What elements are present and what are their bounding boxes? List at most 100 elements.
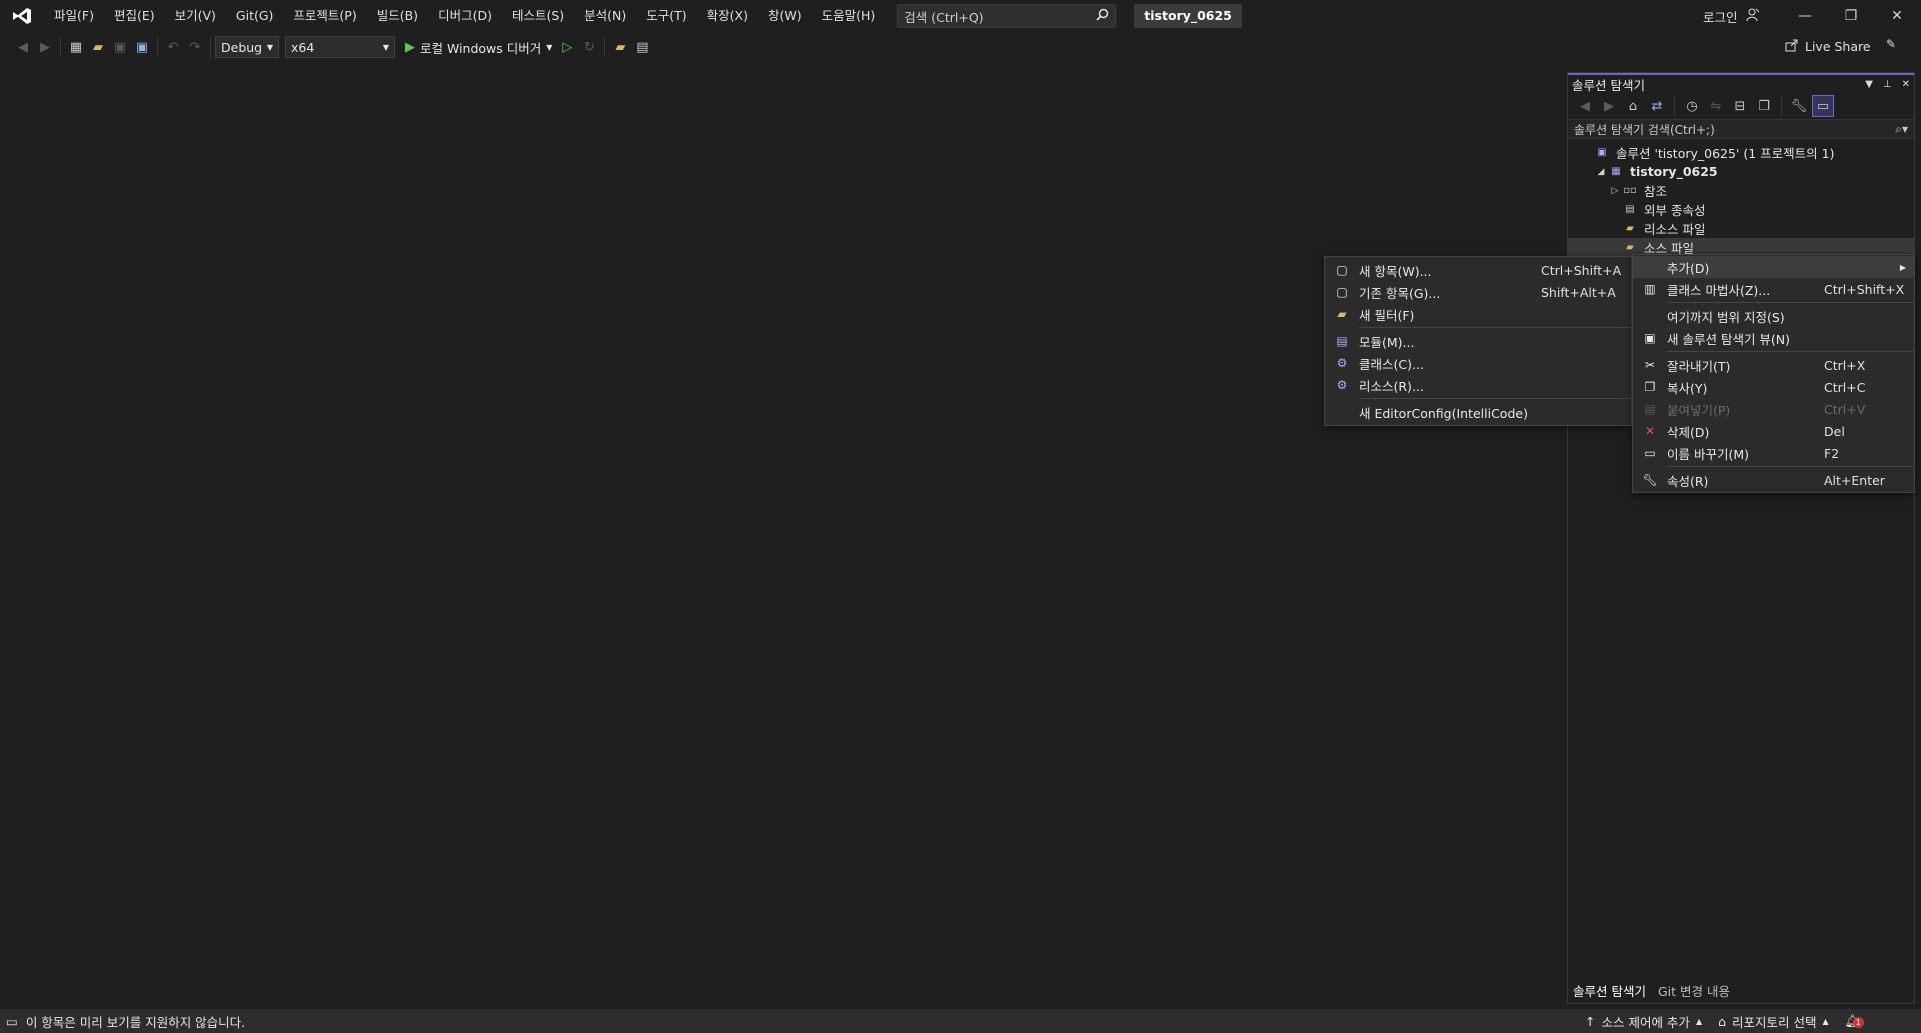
home-icon[interactable]: ⌂ — [1622, 95, 1644, 117]
menu-item[interactable]: 창(W) — [758, 4, 812, 28]
menu-item[interactable]: 분석(N) — [574, 4, 636, 28]
menu-item-label: 삭제(D) — [1667, 424, 1710, 440]
menu-item[interactable]: 여기까지 범위 지정(S) — [1633, 305, 1914, 327]
solution-explorer-panel: 솔루션 탐색기 ▼ ⊥ ✕ ◀ ▶ ⌂ ⇄ ◷ ⇋ ⊟ ❐ 🔧︎ ▭ 솔루션 탐… — [1567, 72, 1915, 1004]
tab-git-changes[interactable]: Git 변경 내용 — [1652, 980, 1736, 1004]
tree-item[interactable]: ▰ 리소스 파일 — [1568, 219, 1914, 238]
expanded-arrow-icon[interactable]: ◢ — [1594, 167, 1608, 177]
menu-item[interactable]: 보기(V) — [165, 4, 226, 28]
class-wizard-icon: ▥ — [1644, 282, 1656, 296]
menu-item[interactable]: ▥ 클래스 마법사(Z)... Ctrl+Shift+X — [1633, 278, 1914, 300]
search-box[interactable]: 검색 (Ctrl+Q) — [897, 4, 1117, 28]
tree-item[interactable]: ▣ 솔루션 'tistory_0625' (1 프로젝트의 1) — [1568, 143, 1914, 162]
collapsed-arrow-icon[interactable]: ▷ — [1608, 186, 1622, 196]
menu-item[interactable]: 편집(E) — [104, 4, 165, 28]
dropdown-icon[interactable]: ▼ — [1865, 79, 1873, 90]
close-icon[interactable]: ✕ — [1874, 0, 1920, 32]
feedback-icon[interactable]: ✎ — [1886, 37, 1896, 51]
menu-item[interactable]: ⚙ 리소스(R)... — [1325, 374, 1631, 396]
menu-item[interactable]: ✕ 삭제(D) Del — [1633, 420, 1914, 442]
menu-item[interactable]: ❐ 복사(Y) Ctrl+C — [1633, 376, 1914, 398]
account-area[interactable]: 로그인 — [1703, 0, 1760, 32]
chevron-up-icon: ▲ — [1695, 1016, 1703, 1026]
tree-item[interactable]: ▷ ▫▫ 참조 — [1568, 181, 1914, 200]
forward-icon[interactable]: ▶ — [1598, 95, 1620, 117]
menu-item[interactable]: Git(G) — [226, 4, 284, 28]
menu-item: ▤ 붙여넣기(P) Ctrl+V — [1633, 398, 1914, 420]
message-icon: ▭ — [6, 1013, 18, 1029]
visual-studio-logo-icon — [0, 0, 44, 32]
menu-item[interactable]: 도구(T) — [636, 4, 696, 28]
save-icon[interactable]: ▣ — [109, 36, 131, 58]
layout-icon[interactable]: ▤ — [631, 36, 653, 58]
add-to-source-control-button[interactable]: ↑ 소스 제어에 추가 ▲ — [1585, 1012, 1702, 1031]
collapse-all-icon[interactable]: ⊟ — [1729, 95, 1751, 117]
pending-changes-icon[interactable]: ◷ — [1681, 95, 1703, 117]
platform-dropdown[interactable]: x64 ▼ — [285, 36, 395, 58]
start-without-debugging-icon[interactable]: ▷ — [556, 36, 578, 58]
notification-bell-icon[interactable]: 🔔︎ 1 — [1845, 1013, 1864, 1029]
restore-icon[interactable]: ❐ — [1828, 0, 1874, 32]
pin-icon[interactable]: ⊥ — [1883, 79, 1892, 90]
se-search-placeholder: 솔루션 탐색기 검색(Ctrl+;) — [1574, 122, 1715, 137]
menu-item[interactable]: ▤ 모듈(M)... — [1325, 330, 1631, 352]
menu-item-shortcut: Ctrl+Shift+X — [1824, 281, 1905, 297]
menu-item[interactable]: 확장(X) — [697, 4, 758, 28]
person-icon[interactable] — [1746, 8, 1760, 25]
open-folder-icon[interactable]: ▰ — [87, 36, 109, 58]
tab-solution-explorer[interactable]: 솔루션 탐색기 — [1567, 980, 1652, 1004]
repository-label: 리포지토리 선택 — [1732, 1014, 1817, 1030]
undo-icon[interactable]: ↶ — [162, 36, 184, 58]
select-repository-button[interactable]: ⌂ 리포지토리 선택 ▲ — [1718, 1012, 1829, 1031]
menu-item-label: 추가(D) — [1667, 260, 1710, 276]
solution-name-badge[interactable]: tistory_0625 — [1134, 4, 1242, 28]
menu-item[interactable]: 테스트(S) — [502, 4, 574, 28]
menu-item[interactable]: 파일(F) — [44, 4, 104, 28]
save-all-icon[interactable]: ▣ — [131, 36, 153, 58]
menu-item[interactable]: 빌드(B) — [367, 4, 428, 28]
menu-item[interactable]: 프로젝트(P) — [283, 4, 366, 28]
close-icon[interactable]: ✕ — [1902, 79, 1910, 90]
menu-item[interactable]: 새 EditorConfig(IntelliCode) — [1325, 401, 1631, 423]
menu-item[interactable]: 추가(D) ▶ — [1633, 256, 1914, 278]
menu-item[interactable]: 도움말(H) — [812, 4, 886, 28]
tree-item[interactable]: ▤ 외부 종속성 — [1568, 200, 1914, 219]
preview-icon[interactable]: ▭ — [1812, 95, 1834, 117]
chevron-down-icon[interactable]: ▼ — [546, 43, 552, 52]
chevron-right-icon: ▶ — [1899, 262, 1906, 272]
show-all-files-icon[interactable]: ❐ — [1753, 95, 1775, 117]
forward-icon[interactable]: ▶ — [34, 36, 56, 58]
solution-explorer-search[interactable]: 솔루션 탐색기 검색(Ctrl+;) ⌕▾ — [1568, 119, 1914, 139]
redo-icon[interactable]: ↷ — [184, 36, 206, 58]
wrench-icon: 🔧︎ — [1642, 473, 1658, 487]
start-debugging-button[interactable]: ▶ 로컬 Windows 디버거 ▼ — [401, 38, 556, 57]
solution-tree: ▣ 솔루션 'tistory_0625' (1 프로젝트의 1) ◢ ▦ tistory… — [1568, 139, 1914, 257]
wrench-icon[interactable]: 🔧︎ — [1788, 95, 1810, 117]
login-label[interactable]: 로그인 — [1703, 7, 1738, 26]
menu-item[interactable]: ▰ 새 필터(F) — [1325, 303, 1631, 325]
menu-item[interactable]: ▣ 새 솔루션 탐색기 뷰(N) — [1633, 327, 1914, 349]
references-icon: ▫▫ — [1623, 185, 1637, 196]
new-project-icon[interactable]: ▦ — [65, 36, 87, 58]
tree-item[interactable]: ◢ ▦ tistory_0625 — [1568, 162, 1914, 181]
toolbar-divider — [604, 37, 606, 57]
arrow-up-icon: ↑ — [1585, 1013, 1596, 1029]
switch-views-icon[interactable]: ⇄ — [1646, 95, 1668, 117]
back-icon[interactable]: ◀ — [1574, 95, 1596, 117]
menu-item[interactable]: 디버그(D) — [428, 4, 502, 28]
live-share-button[interactable]: Live Share — [1785, 38, 1871, 55]
menu-item[interactable]: ▢ 기존 항목(G)... Shift+Alt+A — [1325, 281, 1631, 303]
configuration-dropdown[interactable]: Debug ▼ — [215, 36, 279, 58]
play-icon: ▶ — [405, 39, 415, 55]
hot-reload-icon[interactable]: ↻ — [578, 36, 600, 58]
menu-item[interactable]: ▭ 이름 바꾸기(M) F2 — [1633, 442, 1914, 464]
minimize-icon[interactable]: — — [1782, 0, 1828, 32]
menu-item[interactable]: ⚙ 클래스(C)... — [1325, 352, 1631, 374]
toolbar-divider — [1674, 96, 1675, 116]
sync-icon[interactable]: ⇋ — [1705, 95, 1727, 117]
menu-item[interactable]: ✂ 잘라내기(T) Ctrl+X — [1633, 354, 1914, 376]
browse-icon[interactable]: ▰ — [609, 36, 631, 58]
menu-item[interactable]: 🔧︎ 속성(R) Alt+Enter — [1633, 469, 1914, 491]
menu-item[interactable]: ▢ 새 항목(W)... Ctrl+Shift+A — [1325, 259, 1631, 281]
back-icon[interactable]: ◀ — [12, 36, 34, 58]
